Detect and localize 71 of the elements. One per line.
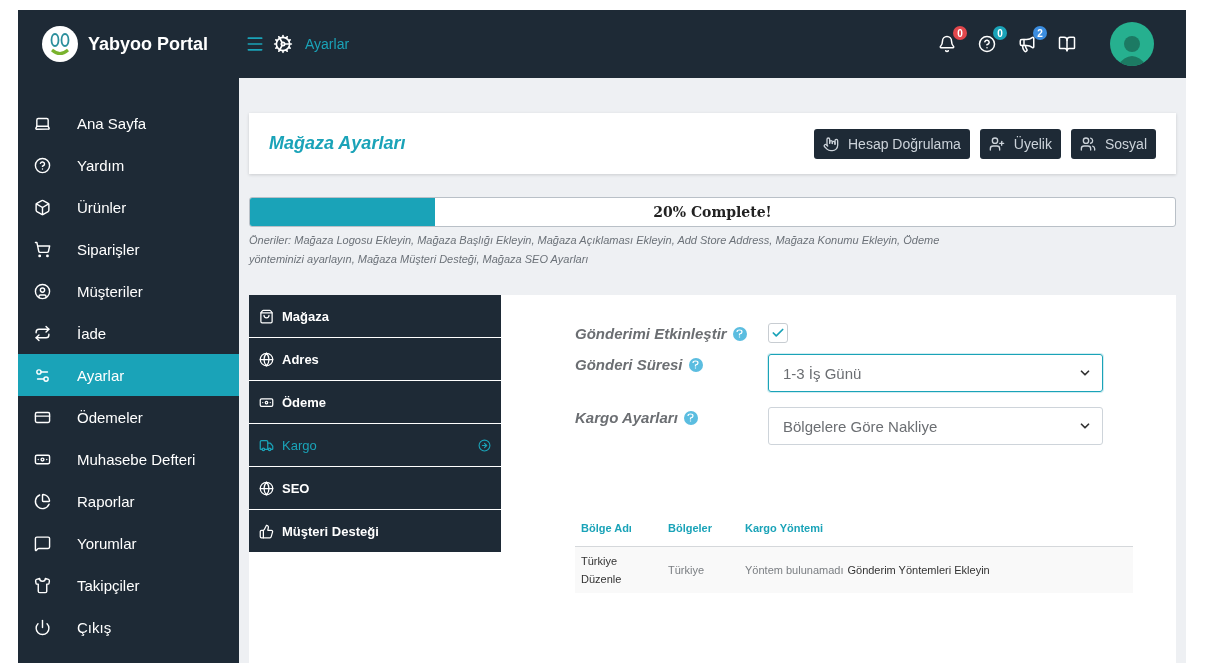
sidebar-item[interactable]: Ürünler — [18, 186, 239, 228]
table-cell: Yöntem bulunamadı — [745, 564, 844, 576]
sidebar-item[interactable]: Muhasebe Defteri — [18, 438, 239, 480]
suggestions-text: Öneriler: Mağaza Logosu Ekleyin, Mağaza Başlığı Ekleyin, Mağaza Açıklaması Ekleyin, Add Store Address, Mağaza Konumu Ekleyin, Ödeme yönteminizi ayarlayın, Mağaza Müşteri Desteği, Mağaza SEO Ayarları — [249, 233, 941, 267]
count-badge: 0 — [993, 26, 1007, 40]
sidebar-item[interactable]: İade — [18, 312, 239, 354]
cart-icon — [34, 240, 51, 258]
settings-icon — [34, 366, 51, 384]
edit-link[interactable]: Düzenle — [581, 573, 668, 585]
count-badge: 2 — [1033, 26, 1047, 40]
sidebar-item[interactable]: Ana Sayfa — [18, 102, 239, 144]
header-button[interactable]: Sosyal — [1070, 128, 1156, 159]
brand-title: Yabyoo Portal — [88, 33, 209, 55]
sidebar-item[interactable]: Yorumlar — [18, 522, 239, 564]
add-methods-link[interactable]: Gönderim Yöntemleri Ekleyin — [847, 564, 990, 576]
hand-icon — [823, 135, 839, 152]
sidebar-item[interactable]: Yardım — [18, 144, 239, 186]
column-header: Bölge Adı — [581, 522, 633, 534]
pie-chart-icon — [34, 492, 51, 510]
arrow-circle-icon — [478, 438, 491, 452]
chat-icon — [34, 534, 51, 552]
sidebar-item[interactable]: Siparişler — [18, 228, 239, 270]
help-icon — [34, 156, 51, 174]
table-cell-text: Türkiye — [668, 564, 706, 576]
shirt-icon — [34, 576, 51, 594]
settings-tab[interactable]: SEO — [249, 467, 501, 510]
count-badge: 0 — [953, 26, 967, 40]
thumbs-up-icon — [259, 523, 274, 539]
header-button[interactable]: Hesap Doğrulama — [814, 128, 970, 159]
field-label: Gönderimi Etkinleştir — [575, 325, 727, 342]
settings-tab[interactable]: Ödeme — [249, 381, 501, 424]
truck-icon — [259, 437, 274, 453]
select-field[interactable]: Bölgelere Göre Nakliye — [768, 407, 1103, 445]
smiley-logo-icon — [42, 26, 78, 62]
page-title: Mağaza Ayarları — [269, 133, 406, 154]
users-icon — [1079, 135, 1096, 152]
breadcrumb[interactable]: Ayarlar — [305, 36, 350, 52]
check-icon — [771, 326, 785, 340]
box-icon — [34, 198, 51, 216]
progress-label: 20% Complete! — [652, 204, 773, 220]
settings-tab[interactable]: Müşteri Desteği — [249, 510, 501, 553]
globe-icon — [259, 480, 274, 496]
table-cell-text: Türkiye — [581, 555, 619, 567]
sidebar-item[interactable]: Müşteriler — [18, 270, 239, 312]
sidebar-item[interactable]: Ödemeler — [18, 396, 239, 438]
book-icon[interactable] — [1058, 35, 1076, 53]
help-icon[interactable] — [978, 35, 996, 53]
settings-tab[interactable]: Kargo — [249, 424, 501, 467]
sidebar-item[interactable]: Raporlar — [18, 480, 239, 522]
settings-tab[interactable]: Adres — [249, 338, 501, 381]
repeat-icon — [34, 324, 51, 342]
settings-tab[interactable]: Mağaza — [249, 295, 501, 338]
field-label: Kargo Ayarları — [575, 409, 678, 426]
user-plus-icon — [988, 135, 1005, 152]
sidebar-item[interactable]: Takipçiler — [18, 564, 239, 606]
sidebar-item[interactable]: Çıkış — [18, 606, 239, 648]
checkbox[interactable] — [768, 323, 788, 343]
megaphone-icon[interactable] — [1018, 35, 1036, 53]
header-button[interactable]: Üyelik — [979, 128, 1061, 159]
bag-icon — [259, 308, 274, 324]
globe-icon — [259, 351, 274, 367]
column-header: Kargo Yöntemi — [745, 522, 825, 534]
column-header: Bölgeler — [668, 522, 713, 534]
power-icon — [34, 618, 51, 636]
select-field[interactable]: 1-3 İş Günü — [768, 354, 1103, 392]
field-label: Gönderi Süresi — [575, 356, 683, 373]
avatar[interactable] — [1110, 22, 1154, 66]
user-circle-icon — [34, 282, 51, 300]
bell-icon[interactable] — [938, 35, 956, 53]
cogs-icon — [273, 34, 293, 54]
menu-icon[interactable] — [245, 34, 265, 54]
